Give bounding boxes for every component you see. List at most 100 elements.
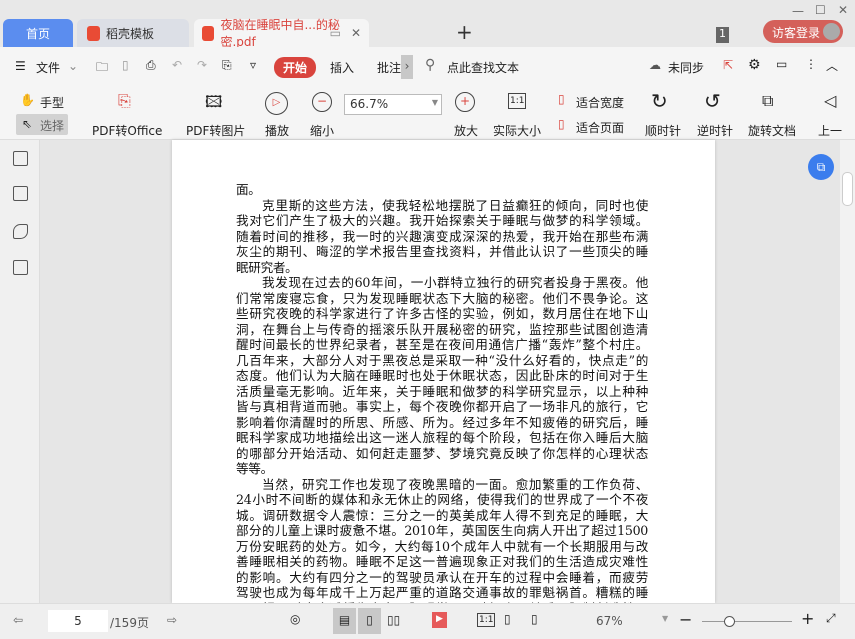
actual-size-icon: 1:1 — [508, 93, 527, 109]
file-menu[interactable]: 文件 — [36, 59, 60, 76]
hand-tool[interactable]: 手型 — [40, 94, 64, 111]
zoom-slider[interactable] — [702, 616, 792, 627]
tab-home-label: 首页 — [25, 26, 50, 41]
text-line: 我发现在过去的60年间，一小群特立独行的研究者投身于黑夜。他 — [262, 275, 648, 290]
window-count-badge[interactable]: 1 — [716, 27, 729, 43]
page-number: 5 — [74, 614, 82, 628]
text-line: 眠科学家成功地描绘出这一迷人旅程的每个阶段，包括在你入睡后大脑 — [236, 430, 648, 445]
annotation-icon[interactable] — [13, 224, 28, 239]
text-line: 随着时间的推移，我一时的兴趣演变成深深的热爱，我开始在那些布满 — [236, 228, 648, 244]
tab-home[interactable]: 首页 — [3, 19, 73, 47]
attachment-icon[interactable] — [13, 260, 28, 275]
cursor-icon: ⇖ — [22, 117, 33, 131]
export-icon[interactable]: ⎘ — [222, 58, 232, 73]
zoom-percent[interactable]: 67% — [596, 614, 623, 628]
previous-icon: ◁ — [824, 91, 837, 110]
minimize-icon[interactable]: — — [792, 4, 804, 18]
gear-icon[interactable]: ⚙ — [748, 57, 761, 73]
single-page-icon[interactable]: ▯ — [358, 608, 381, 634]
pdf-to-office-button[interactable]: PDF转Office — [92, 122, 162, 139]
hand-icon: ✋ — [20, 93, 35, 107]
text-line: 活质量毫无影响。近年来，关于睡眠和做梦的科学研究显示，以上种种 — [236, 383, 648, 399]
vertical-scrollbar[interactable] — [840, 140, 855, 603]
pdf-page: 面。 克里斯的这些方法，使我轻松地摆脱了日益癫狂的倾向，同时也使 我对它们产生了极大… — [172, 140, 715, 603]
zoom-in-icon[interactable]: + — [801, 609, 814, 628]
pin-icon[interactable]: ▭ — [330, 26, 341, 40]
login-button[interactable]: 访客登录 — [763, 20, 843, 43]
search-input[interactable]: 点此查找文本 — [447, 59, 519, 76]
sync-status[interactable]: 未同步 — [668, 59, 704, 76]
eye-protection-icon[interactable]: ◎ — [290, 612, 300, 626]
rotate-document-button[interactable]: 旋转文档 — [748, 122, 796, 139]
actual-size-icon[interactable]: 1:1 — [477, 613, 496, 627]
menu-icon[interactable]: ☰ — [15, 59, 26, 73]
comment-icon[interactable]: ▭ — [776, 57, 787, 71]
zoom-out-button[interactable]: 缩小 — [310, 122, 334, 139]
more-dropdown-icon[interactable]: ▿ — [250, 58, 256, 72]
maximize-icon[interactable]: ☐ — [815, 3, 826, 17]
new-tab-button[interactable]: + — [456, 20, 473, 44]
previous-button[interactable]: 上一 — [818, 122, 842, 139]
page-text: 面。 克里斯的这些方法，使我轻松地摆脱了日益癫狂的倾向，同时也使 我对它们产生了极大… — [236, 182, 648, 603]
page-number-input[interactable]: 5 — [48, 610, 108, 632]
tab-document[interactable]: 夜脑在睡眠中自...的秘密.pdf ▭ ✕ — [194, 18, 369, 49]
print-icon[interactable]: ⎙ — [146, 58, 156, 73]
pdf-to-image-button[interactable]: PDF转图片 — [186, 122, 245, 139]
floating-tool-button[interactable]: ⧉ — [808, 154, 834, 180]
zoom-select[interactable]: 66.7% ▼ — [344, 94, 442, 115]
fit-page-icon: ▯ — [558, 117, 565, 131]
share-icon[interactable]: ⇱ — [723, 58, 733, 72]
text-line: 的影响。大约有四分之一的驾驶员承认在开车的过程中会睡着，而疲劳 — [236, 569, 648, 585]
paragraph: 面。 — [236, 182, 648, 198]
fit-width-button[interactable]: 适合宽度 — [576, 94, 624, 111]
rotate-counterclockwise-button[interactable]: 逆时针 — [697, 122, 733, 139]
text-line: 几百年来，大部分人对于黑夜总是采取一种“没什么好看的，快点走”的 — [236, 352, 648, 368]
chevron-down-icon[interactable]: ⌄ — [68, 59, 78, 73]
zoom-in-button[interactable]: 放大 — [454, 122, 478, 139]
next-page-icon[interactable]: ⇨ — [167, 613, 177, 627]
tab-bar: 首页 稻壳模板 夜脑在睡眠中自...的秘密.pdf ▭ ✕ + 1 访客登录 — … — [0, 0, 855, 49]
actual-size-button[interactable]: 实际大小 — [493, 122, 541, 139]
play-button[interactable]: 播放 — [265, 122, 289, 139]
collapse-ribbon-icon[interactable]: ︿ — [826, 57, 838, 74]
fit-width-icon[interactable]: ▯ — [531, 612, 538, 626]
scrollbar-thumb[interactable] — [842, 172, 853, 206]
fullscreen-icon[interactable]: ⤢ — [826, 611, 836, 626]
outline-icon[interactable] — [13, 151, 28, 166]
close-tab-icon[interactable]: ✕ — [351, 26, 361, 40]
thumbnail-icon[interactable] — [13, 186, 28, 201]
double-page-icon[interactable]: ▯▯ — [387, 613, 400, 627]
fit-page-icon[interactable]: ▯ — [504, 612, 511, 626]
single-page-continuous-icon[interactable]: ▤ — [333, 608, 356, 634]
text-line: 万份安眠药的处方。如今，大约每10个成年人中就有一个长期服用与改 — [236, 538, 648, 554]
pdf-icon — [202, 25, 215, 41]
redo-icon[interactable]: ↷ — [197, 58, 207, 72]
prev-page-icon[interactable]: ⇦ — [13, 613, 23, 627]
rotate-clockwise-button[interactable]: 顺时针 — [645, 122, 681, 139]
text-line: 态度。他们认为大脑在睡眠时也处于休眠状态，因此卧床的时间对于生 — [236, 368, 648, 383]
save-icon[interactable]: ▯ — [122, 58, 129, 72]
zoom-slider-handle[interactable] — [724, 616, 735, 627]
tab-start[interactable]: 开始 — [274, 57, 317, 78]
text-line: 善睡眠相关的药物。睡眠不足这一普遍现象正对我们的生活造成灾难性 — [236, 554, 648, 569]
scroll-right-icon[interactable]: › — [401, 55, 413, 79]
text-line: 等等。 — [236, 461, 273, 476]
tab-templates[interactable]: 稻壳模板 — [77, 19, 189, 47]
select-tool[interactable]: ⇖ 选择 — [16, 114, 68, 135]
text-line: 克里斯的这些方法，使我轻松地摆脱了日益癫狂的倾向，同时也使 — [262, 197, 648, 213]
text-line: 影响着你清醒时的所思、所感、所为。经过多年不知疲倦的研究后，睡 — [236, 414, 648, 430]
tab-templates-label: 稻壳模板 — [106, 26, 155, 41]
more-icon[interactable]: ⋮ — [805, 57, 817, 71]
zoom-dropdown-icon[interactable]: ▼ — [662, 614, 668, 623]
tab-annotate[interactable]: 批注 — [377, 59, 401, 76]
play-icon[interactable]: ▶ — [432, 612, 447, 628]
text-line: 们常常废寝忘食，只为发现睡眠状态下大脑的秘密。他们不畏争论。这 — [236, 290, 648, 306]
login-label: 访客登录 — [772, 26, 821, 40]
tab-insert[interactable]: 插入 — [330, 59, 354, 76]
zoom-out-icon[interactable]: − — [679, 610, 692, 629]
text-line: 面。 — [236, 182, 261, 197]
close-window-icon[interactable]: ✕ — [838, 3, 848, 17]
fit-page-button[interactable]: 适合页面 — [576, 119, 624, 136]
undo-icon[interactable]: ↶ — [172, 58, 182, 72]
open-icon[interactable]: 🗀 — [96, 58, 108, 79]
